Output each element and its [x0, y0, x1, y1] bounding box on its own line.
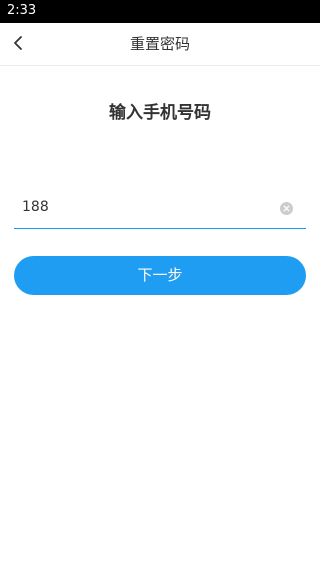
next-button[interactable]: 下一步: [14, 256, 306, 295]
status-bar: 2:33: [0, 0, 320, 23]
nav-bar: 重置密码: [0, 23, 320, 66]
reset-password-screen: 2:33 重置密码 输入手机号码 下一步: [0, 0, 320, 569]
status-time: 2:33: [7, 3, 37, 18]
form-heading: 输入手机号码: [109, 103, 211, 123]
page-title: 重置密码: [129, 35, 190, 53]
phone-field: [14, 188, 306, 229]
clear-icon: [280, 202, 293, 215]
phone-input[interactable]: [22, 196, 272, 218]
clear-input-button[interactable]: [280, 200, 293, 215]
